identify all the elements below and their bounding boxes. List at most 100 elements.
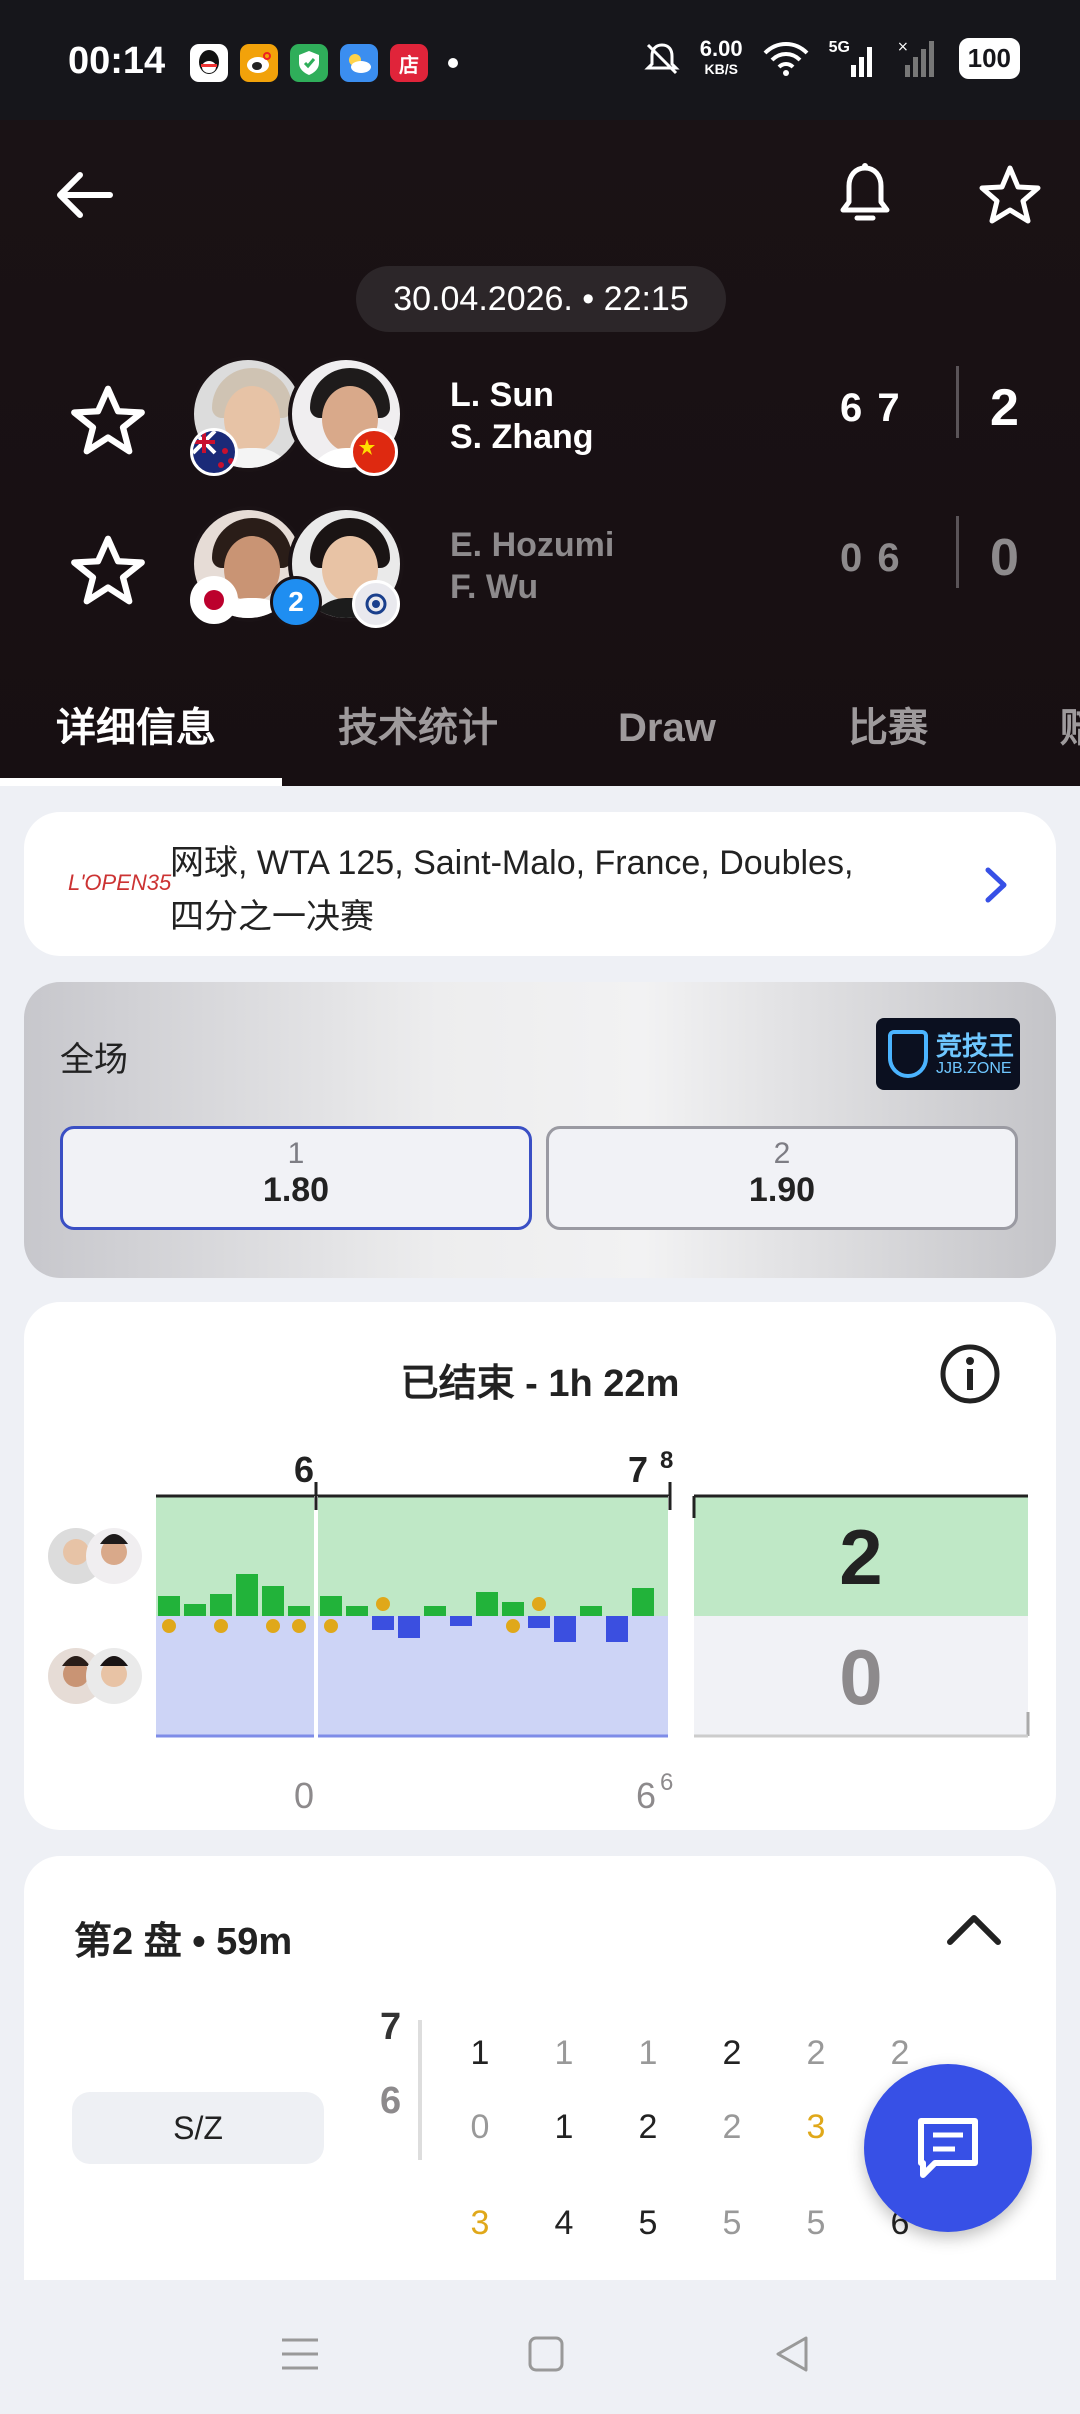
odds-home-button[interactable]: 1 1.80: [60, 1126, 532, 1230]
bookmaker-domain: JJB.ZONE: [936, 1060, 1012, 1077]
team-1-player-2: S. Zhang: [450, 418, 594, 456]
info-button[interactable]: [938, 1342, 1002, 1406]
wifi-icon: [763, 41, 809, 76]
info-icon: [940, 1344, 1000, 1404]
tab-matches[interactable]: 比赛: [848, 680, 928, 780]
game-score-row1: 1: [554, 2034, 574, 2072]
flag-new-zealand-icon: [190, 428, 238, 476]
weather-app-icon: [340, 44, 378, 82]
total-team-1: 2: [839, 1513, 882, 1601]
team-2-mini-avatars: [48, 1648, 142, 1704]
notification-dot: [448, 58, 458, 68]
serving-pair-label: S/Z: [72, 2092, 324, 2164]
odds-home-value: 1.80: [262, 1171, 330, 1209]
tab-details[interactable]: 详细信息: [56, 680, 216, 780]
team-1-names: L. Sun S. Zhang: [450, 374, 594, 458]
set-2-team-1-tiebreak: 8: [660, 1447, 673, 1474]
team-2-total: 0: [990, 529, 1019, 587]
momentum-bar: [288, 1606, 310, 1616]
team-row-1[interactable]: L. Sun S. Zhang 6 7 2: [0, 350, 1080, 480]
nav-home-button[interactable]: [506, 2314, 586, 2394]
tournament-logo: L'OPEN35: [68, 870, 172, 895]
break-marker: [266, 1619, 280, 1633]
star-outline-icon: [71, 385, 145, 455]
tab-bar: 详细信息 技术统计 Draw 比赛 赔: [0, 680, 1080, 786]
odds-card: 全场 竞技王 JJB.ZONE 1 1.80 2 1.90: [24, 982, 1056, 1278]
favorite-match-button[interactable]: [965, 150, 1055, 240]
active-tab-indicator: [0, 778, 282, 786]
tab-draw[interactable]: Draw: [618, 680, 716, 780]
game-score-row2: 1: [554, 2108, 574, 2146]
game-score-row3: 4: [554, 2204, 574, 2242]
momentum-bar: [476, 1592, 498, 1616]
tournament-card[interactable]: L'OPEN35 网球, WTA 125, Saint-Malo, France…: [24, 812, 1056, 956]
team-1-total: 2: [990, 379, 1019, 437]
weibo-icon: [240, 44, 278, 82]
momentum-bar: [262, 1586, 284, 1616]
nav-menu-button[interactable]: [260, 2314, 340, 2394]
tab-stats[interactable]: 技术统计: [338, 680, 498, 780]
shield-app-icon: [290, 44, 328, 82]
momentum-bar: [320, 1596, 342, 1616]
odds-away-button[interactable]: 2 1.90: [546, 1126, 1018, 1230]
team-1-mini-avatars: [48, 1528, 142, 1584]
bookmaker-name: 竞技王: [936, 1031, 1015, 1061]
bookmaker-shield-icon: [888, 1030, 928, 1078]
momentum-bar: [372, 1616, 394, 1630]
menu-icon: [282, 2338, 318, 2370]
momentum-bar: [580, 1606, 602, 1616]
momentum-bar: [210, 1594, 232, 1616]
status-app-icons: 店: [190, 44, 458, 82]
momentum-bar: [502, 1602, 524, 1616]
status-bar: 00:14 店 6.00 KB/S 5G × 100: [0, 0, 1080, 120]
flag-china-icon: [350, 428, 398, 476]
favorite-team-1-button[interactable]: [68, 380, 148, 460]
set-score-team-2: 6: [380, 2080, 402, 2122]
score-divider: [418, 2020, 422, 2160]
match-header: 30.04.2026. • 22:15 L. Sun S. Zhang 6 7 …: [0, 120, 1080, 786]
momentum-chart: 6 7 8 2 0 0 6 6: [48, 1447, 1030, 1812]
break-marker: [162, 1619, 176, 1633]
momentum-bar: [554, 1616, 576, 1642]
odds-away-label: 2: [773, 1137, 791, 1170]
game-score-row1: 1: [638, 2034, 658, 2072]
favorite-team-2-button[interactable]: [68, 530, 148, 610]
game-score-row3: 3: [470, 2204, 490, 2242]
nav-back-button[interactable]: [752, 2314, 832, 2394]
chat-button[interactable]: [864, 2064, 1032, 2232]
battery-indicator: 100: [958, 38, 1020, 79]
team-2-set-scores: 0 6: [840, 536, 902, 580]
collapse-button[interactable]: [940, 1902, 1008, 1958]
break-marker: [292, 1619, 306, 1633]
break-marker: [506, 1619, 520, 1633]
game-score-row1: 2: [806, 2034, 826, 2072]
momentum-bar: [450, 1616, 472, 1626]
set-title: 第2 盘 • 59m: [74, 1921, 293, 1963]
flag-chinese-taipei-icon: [352, 580, 400, 628]
team-2-player-2: F. Wu: [450, 568, 539, 606]
chat-icon: [918, 2118, 978, 2178]
signal-5g-icon: 5G: [829, 39, 879, 79]
notification-button[interactable]: [820, 150, 910, 240]
game-score-row1: 1: [470, 2034, 490, 2072]
bell-icon: [840, 163, 890, 221]
tab-odds[interactable]: 赔: [1060, 680, 1080, 780]
set-2-team-2-label: 6: [636, 1775, 656, 1812]
team-2-names: E. Hozumi F. Wu: [450, 524, 614, 608]
back-arrow-icon: [57, 172, 113, 218]
store-app-icon: 店: [390, 44, 428, 82]
qq-icon: [190, 44, 228, 82]
score-divider: [956, 366, 959, 438]
team-row-2[interactable]: 2 E. Hozumi F. Wu 0 6 0: [0, 500, 1080, 630]
game-score-row2: 2: [638, 2108, 658, 2146]
match-status-title: 已结束 - 1h 22m: [400, 1363, 680, 1405]
set-2-team-2-tiebreak: 6: [660, 1769, 673, 1796]
back-button[interactable]: [40, 150, 130, 240]
match-datetime: 30.04.2026. • 22:15: [356, 266, 726, 332]
momentum-bar: [236, 1574, 258, 1616]
team-1-player-1: L. Sun: [450, 376, 554, 414]
back-triangle-icon: [776, 2336, 808, 2372]
momentum-bar: [346, 1606, 368, 1616]
bookmaker-logo[interactable]: 竞技王 JJB.ZONE: [876, 1018, 1020, 1090]
momentum-bar: [632, 1588, 654, 1616]
